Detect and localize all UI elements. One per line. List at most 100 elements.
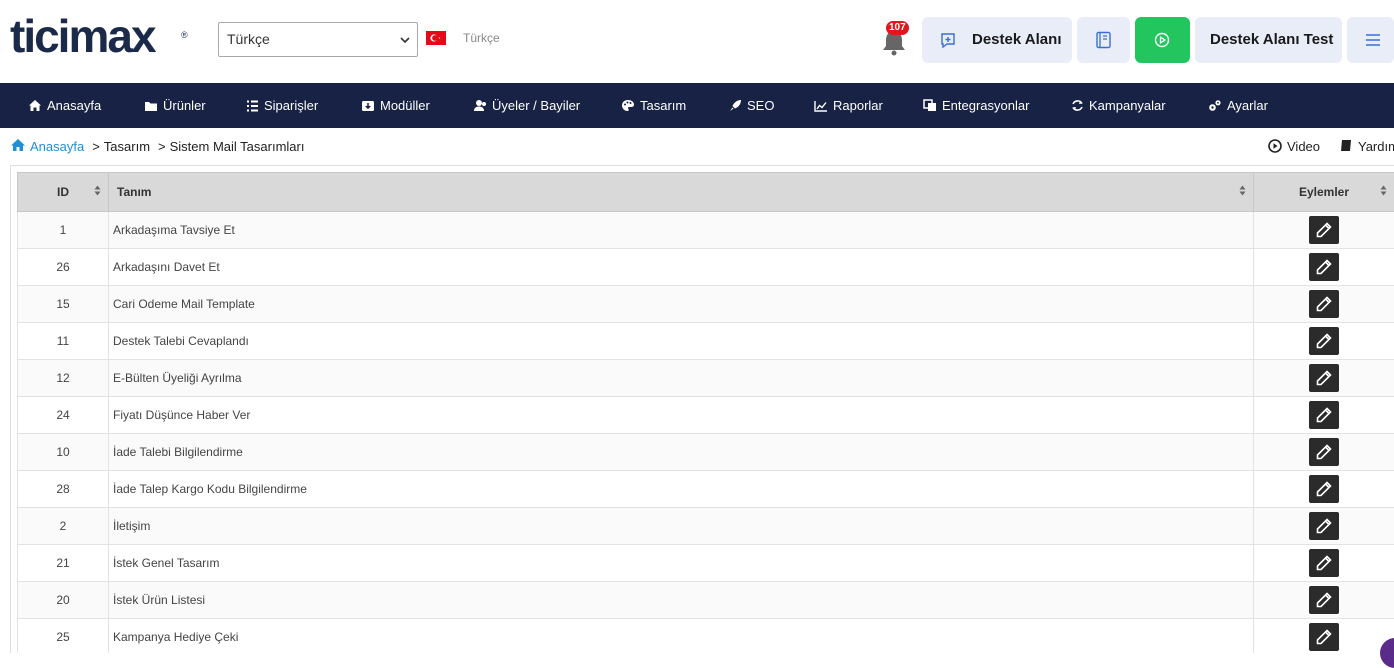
pencil-icon bbox=[1316, 296, 1332, 312]
nav-item-seo[interactable]: SEO bbox=[729, 83, 774, 128]
edit-button[interactable] bbox=[1309, 475, 1339, 503]
nav-label: Ürünler bbox=[163, 98, 206, 113]
edit-button[interactable] bbox=[1309, 290, 1339, 318]
breadcrumb: Anasayfa>Tasarım>Sistem Mail Tasarımları bbox=[10, 137, 304, 154]
cell-name: Arkadaşıma Tavsiye Et bbox=[109, 212, 1254, 249]
edit-button[interactable] bbox=[1309, 327, 1339, 355]
top-header: ticimax ® Türkçe Türkçe 107 Destek Alanı… bbox=[0, 0, 1394, 83]
copy-icon bbox=[923, 99, 937, 112]
home-icon bbox=[10, 138, 26, 152]
play-circle-icon bbox=[1154, 32, 1170, 48]
cell-name: İstek Ürün Listesi bbox=[109, 582, 1254, 619]
notification-badge: 107 bbox=[886, 21, 909, 35]
chart-icon bbox=[814, 100, 828, 112]
ticimax-logo[interactable]: ticimax ® bbox=[10, 14, 190, 64]
table-row: 12E-Bülten Üyeliği Ayrılma bbox=[18, 360, 1394, 397]
nav-item-uyeler-bayiler[interactable]: Üyeler / Bayiler bbox=[473, 83, 580, 128]
breadcrumb-home-label: Anasayfa bbox=[30, 139, 84, 154]
edit-button[interactable] bbox=[1309, 253, 1339, 281]
pencil-icon bbox=[1316, 629, 1332, 645]
edit-button[interactable] bbox=[1309, 364, 1339, 392]
cell-name: İletişim bbox=[109, 508, 1254, 545]
users-icon bbox=[473, 99, 487, 112]
gears-icon bbox=[1208, 99, 1222, 112]
cell-name: Arkadaşını Davet Et bbox=[109, 249, 1254, 286]
table-row: 26Arkadaşını Davet Et bbox=[18, 249, 1394, 286]
rocket-icon bbox=[729, 99, 742, 112]
table-header-row: ID Tanım Eylemler bbox=[18, 173, 1394, 212]
menu-toggle-button[interactable] bbox=[1347, 17, 1394, 63]
main-nav: Anasayfa Ürünler Siparişler Modüller Üye… bbox=[0, 83, 1394, 128]
nav-item-siparisler[interactable]: Siparişler bbox=[246, 83, 318, 128]
column-header-tanim[interactable]: Tanım bbox=[109, 173, 1254, 212]
help-link-label: Yardım bbox=[1358, 139, 1394, 154]
user-account-button[interactable]: Destek Alanı Test bbox=[1195, 17, 1342, 63]
video-play-button[interactable] bbox=[1135, 17, 1190, 63]
cell-name: Fiyatı Düşünce Haber Ver bbox=[109, 397, 1254, 434]
table-row: 21İstek Genel Tasarım bbox=[18, 545, 1394, 582]
cell-id: 15 bbox=[18, 286, 109, 323]
nav-label: Üyeler / Bayiler bbox=[492, 98, 580, 113]
cell-id: 28 bbox=[18, 471, 109, 508]
breadcrumb-item-tasarim[interactable]: Tasarım bbox=[104, 139, 150, 154]
book-icon bbox=[1339, 139, 1353, 153]
cell-id: 20 bbox=[18, 582, 109, 619]
nav-item-tasarim[interactable]: Tasarım bbox=[621, 83, 686, 128]
turkey-flag-icon bbox=[426, 31, 446, 45]
edit-button[interactable] bbox=[1309, 216, 1339, 244]
edit-button[interactable] bbox=[1309, 438, 1339, 466]
column-header-eylemler[interactable]: Eylemler bbox=[1254, 173, 1394, 212]
chat-plus-icon bbox=[940, 32, 956, 48]
column-header-id[interactable]: ID bbox=[18, 173, 109, 212]
nav-item-urunler[interactable]: Ürünler bbox=[144, 83, 206, 128]
cell-name: E-Bülten Üyeliği Ayrılma bbox=[109, 360, 1254, 397]
cell-id: 11 bbox=[18, 323, 109, 360]
breadcrumb-home[interactable]: Anasayfa bbox=[10, 139, 84, 154]
cell-name: Destek Talebi Cevaplandı bbox=[109, 323, 1254, 360]
svg-text:®: ® bbox=[181, 30, 188, 40]
nav-label: Anasayfa bbox=[47, 98, 101, 113]
guide-button[interactable] bbox=[1077, 17, 1130, 63]
pencil-icon bbox=[1316, 222, 1332, 238]
edit-button[interactable] bbox=[1309, 586, 1339, 614]
mail-templates-table-container: ID Tanım Eylemler 1Arkadaşıma Tavsiye Et… bbox=[10, 165, 1394, 653]
nav-label: SEO bbox=[747, 98, 774, 113]
nav-item-entegrasyonlar[interactable]: Entegrasyonlar bbox=[923, 83, 1029, 128]
book-icon bbox=[1095, 31, 1112, 49]
nav-item-moduller[interactable]: Modüller bbox=[361, 83, 430, 128]
hamburger-icon bbox=[1365, 33, 1381, 47]
help-link[interactable]: Yardım bbox=[1339, 137, 1394, 154]
folder-icon bbox=[144, 100, 158, 112]
language-select[interactable]: Türkçe bbox=[218, 22, 418, 57]
pencil-icon bbox=[1316, 259, 1332, 275]
mail-templates-table: ID Tanım Eylemler 1Arkadaşıma Tavsiye Et… bbox=[17, 172, 1394, 653]
download-box-icon bbox=[361, 99, 375, 112]
cell-id: 25 bbox=[18, 619, 109, 654]
pencil-icon bbox=[1316, 518, 1332, 534]
nav-label: Kampanyalar bbox=[1089, 98, 1166, 113]
breadcrumb-item-current: Sistem Mail Tasarımları bbox=[170, 139, 305, 154]
nav-item-ayarlar[interactable]: Ayarlar bbox=[1208, 83, 1268, 128]
cell-id: 26 bbox=[18, 249, 109, 286]
chevron-down-icon bbox=[399, 34, 411, 46]
cell-id: 1 bbox=[18, 212, 109, 249]
video-link[interactable]: Video bbox=[1268, 137, 1320, 154]
cell-name: İade Talep Kargo Kodu Bilgilendirme bbox=[109, 471, 1254, 508]
nav-label: Raporlar bbox=[833, 98, 883, 113]
edit-button[interactable] bbox=[1309, 401, 1339, 429]
table-row: 2İletişim bbox=[18, 508, 1394, 545]
cell-id: 21 bbox=[18, 545, 109, 582]
edit-button[interactable] bbox=[1309, 623, 1339, 651]
edit-button[interactable] bbox=[1309, 512, 1339, 540]
nav-label: Tasarım bbox=[640, 98, 686, 113]
nav-item-kampanyalar[interactable]: Kampanyalar bbox=[1071, 83, 1166, 128]
support-area-button[interactable]: Destek Alanı bbox=[922, 17, 1072, 63]
support-area-label: Destek Alanı bbox=[972, 31, 1061, 48]
edit-button[interactable] bbox=[1309, 549, 1339, 577]
nav-item-raporlar[interactable]: Raporlar bbox=[814, 83, 883, 128]
nav-item-anasayfa[interactable]: Anasayfa bbox=[28, 83, 101, 128]
pencil-icon bbox=[1316, 481, 1332, 497]
refresh-icon bbox=[1071, 99, 1084, 112]
cell-name: İade Talebi Bilgilendirme bbox=[109, 434, 1254, 471]
table-row: 1Arkadaşıma Tavsiye Et bbox=[18, 212, 1394, 249]
